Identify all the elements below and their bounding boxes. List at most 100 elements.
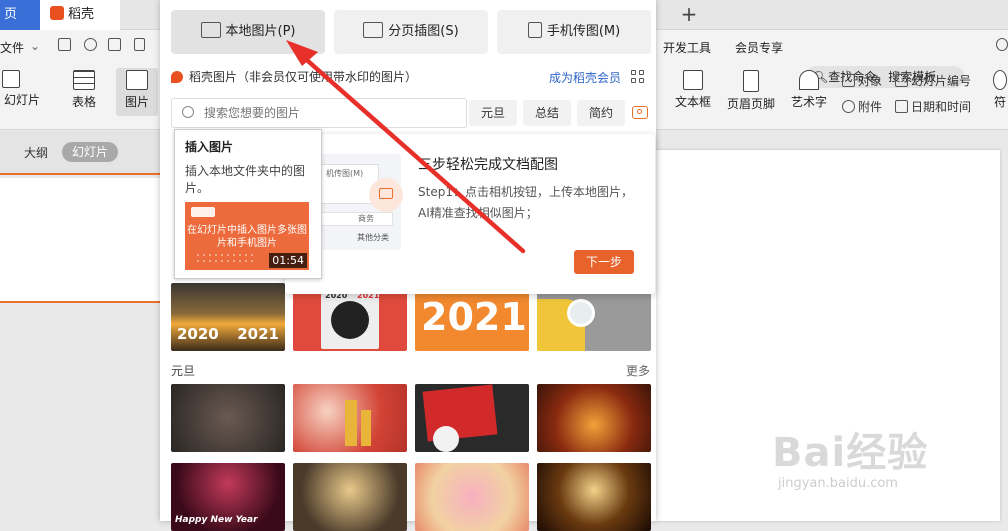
table-icon (73, 70, 95, 90)
phone-icon (527, 22, 542, 38)
new-slide-button[interactable]: 幻灯片 (0, 70, 44, 108)
slide-icon (2, 70, 20, 88)
object-icon (842, 74, 855, 87)
object-button[interactable]: 对象 (842, 72, 882, 89)
preview-icon[interactable] (134, 38, 148, 52)
image-tile[interactable] (293, 384, 407, 452)
guide-illus-item: 商务 (358, 214, 374, 223)
guide-text: Step1：点击相机按钮，上传本地图片，AI精准查找相似图片； (418, 185, 633, 220)
insert-picture-tooltip: 插入图片 插入本地文件夹中的图片。 在幻灯片中插入图片多张图片和手机图片 01:… (174, 129, 322, 279)
video-duration: 01:54 (269, 253, 307, 268)
image-tile[interactable] (415, 384, 529, 452)
chevron-down-icon[interactable]: ⌄ (30, 39, 40, 53)
tile-year-text: 2021 (421, 295, 527, 339)
header-footer-button[interactable]: 页眉页脚 (724, 70, 778, 112)
print-icon[interactable] (108, 38, 124, 52)
keyword-chip[interactable]: 简约 (577, 100, 625, 126)
baidu-watermark: Bai经验 jingyan.baidu.com (772, 412, 1002, 517)
attachment-button[interactable]: 附件 (842, 98, 882, 115)
tab-daoke-label: 稻壳 (68, 7, 95, 22)
attachment-label: 附件 (858, 100, 883, 114)
more-link[interactable]: 更多 (626, 362, 650, 379)
new-tab-plus-icon[interactable]: + (676, 2, 702, 26)
menu-vip[interactable]: 会员专享 (735, 39, 783, 56)
table-label: 表格 (71, 95, 96, 109)
table-button[interactable]: 表格 (62, 70, 106, 110)
art-text-button[interactable]: 艺术字 (784, 70, 834, 110)
date-time-button[interactable]: 日期和时间 (895, 98, 971, 115)
step-guide-card: 机传图(M) 商务 其他分类 三步轻松完成文档配图 Step1：点击相机按钮，上… (285, 134, 655, 294)
camera-search-button[interactable] (630, 100, 652, 126)
watermark-brand: Bai经验 (772, 430, 929, 476)
camera-icon (632, 106, 648, 119)
image-tile[interactable] (537, 384, 651, 452)
format-painter-icon[interactable] (84, 38, 100, 52)
calendar-icon (895, 100, 908, 113)
textbox-label: 文本框 (674, 95, 711, 109)
picture-search-input[interactable] (202, 103, 462, 123)
guide-illus-category: 其他分类 (357, 233, 389, 242)
header-footer-icon (743, 70, 759, 92)
attachment-icon (842, 100, 855, 113)
new-slide-label: 幻灯片 (3, 93, 40, 107)
watermark-url: jingyan.baidu.com (778, 476, 898, 491)
page-picture-label: 分页插图(S) (388, 24, 459, 39)
tile-caption: Happy New Year (175, 515, 258, 525)
phone-picture-button[interactable]: 手机传图(M) (497, 10, 651, 54)
daoke-label: 稻壳图片（非会员仅可使用带水印的图片） (189, 70, 418, 84)
object-label: 对象 (858, 74, 883, 88)
next-step-button[interactable]: 下一步 (574, 250, 634, 274)
video-title: 在幻灯片中插入图片多张图片和手机图片 (187, 225, 307, 249)
guide-illus-label: 机传图(M) (326, 169, 364, 178)
camera-icon (379, 188, 393, 199)
tab-outline[interactable]: 大纲 (24, 144, 48, 161)
art-text-icon (799, 70, 819, 90)
tutorial-video[interactable]: 在幻灯片中插入图片多张图片和手机图片 01:54 (185, 202, 309, 270)
guide-title: 三步轻松完成文档配图 (418, 157, 558, 173)
menu-file[interactable]: 文件 (0, 39, 24, 56)
image-tile[interactable]: 2020 2021 (171, 283, 285, 351)
tooltip-description: 插入本地文件夹中的图片。 (185, 164, 306, 195)
guide-illustration: 机传图(M) 商务 其他分类 (313, 154, 403, 250)
local-picture-label: 本地图片(P) (225, 24, 296, 39)
save-icon[interactable] (58, 38, 74, 52)
wps-logo-icon (191, 207, 215, 217)
page-picture-icon (363, 22, 384, 38)
symbol-label: 符 (993, 95, 1006, 109)
share-icon[interactable] (996, 38, 1008, 52)
daoke-logo-icon (50, 6, 64, 20)
picture-button[interactable]: 图片 (116, 68, 158, 116)
slide-thumbnail[interactable] (0, 178, 160, 303)
keyword-chip[interactable]: 元旦 (469, 100, 517, 126)
insert-picture-panel: 本地图片(P) 分页插图(S) 手机传图(M) 稻壳图片（非会员仅可使用带水印的… (160, 0, 656, 531)
slide-number-button[interactable]: 幻灯片编号 (895, 72, 971, 89)
search-icon (182, 106, 194, 118)
picture-label: 图片 (124, 95, 149, 109)
image-tile[interactable] (171, 384, 285, 452)
page-picture-button[interactable]: 分页插图(S) (334, 10, 488, 54)
daoke-flame-icon (171, 71, 183, 83)
slide-number-icon (895, 74, 908, 87)
art-text-label: 艺术字 (790, 95, 827, 109)
section-title: 元旦 (171, 364, 196, 378)
picture-icon (200, 22, 221, 38)
phone-picture-label: 手机传图(M) (546, 24, 621, 39)
header-footer-label: 页眉页脚 (726, 97, 775, 111)
picture-search-box (171, 98, 467, 128)
slide-number-label: 幻灯片编号 (911, 74, 972, 88)
grid-view-icon[interactable] (631, 70, 645, 84)
symbol-button[interactable]: 符 (992, 70, 1008, 110)
textbox-button[interactable]: 文本框 (668, 70, 718, 110)
tab-current-doc[interactable]: 页 (0, 0, 40, 30)
daoke-header: 稻壳图片（非会员仅可使用带水印的图片） 成为稻壳会员 (171, 68, 651, 88)
textbox-icon (683, 70, 703, 90)
tab-daoke[interactable]: 稻壳 (40, 0, 120, 30)
tooltip-title: 插入图片 (185, 140, 234, 154)
become-member-link[interactable]: 成为稻壳会员 (549, 69, 621, 86)
local-picture-button[interactable]: 本地图片(P) (171, 10, 325, 54)
tab-slides[interactable]: 幻灯片 (62, 142, 119, 162)
symbol-icon (993, 70, 1007, 90)
menu-dev-tools[interactable]: 开发工具 (663, 39, 711, 56)
keyword-chip[interactable]: 总结 (523, 100, 571, 126)
tile-year-text: 2020 2021 (177, 325, 279, 343)
